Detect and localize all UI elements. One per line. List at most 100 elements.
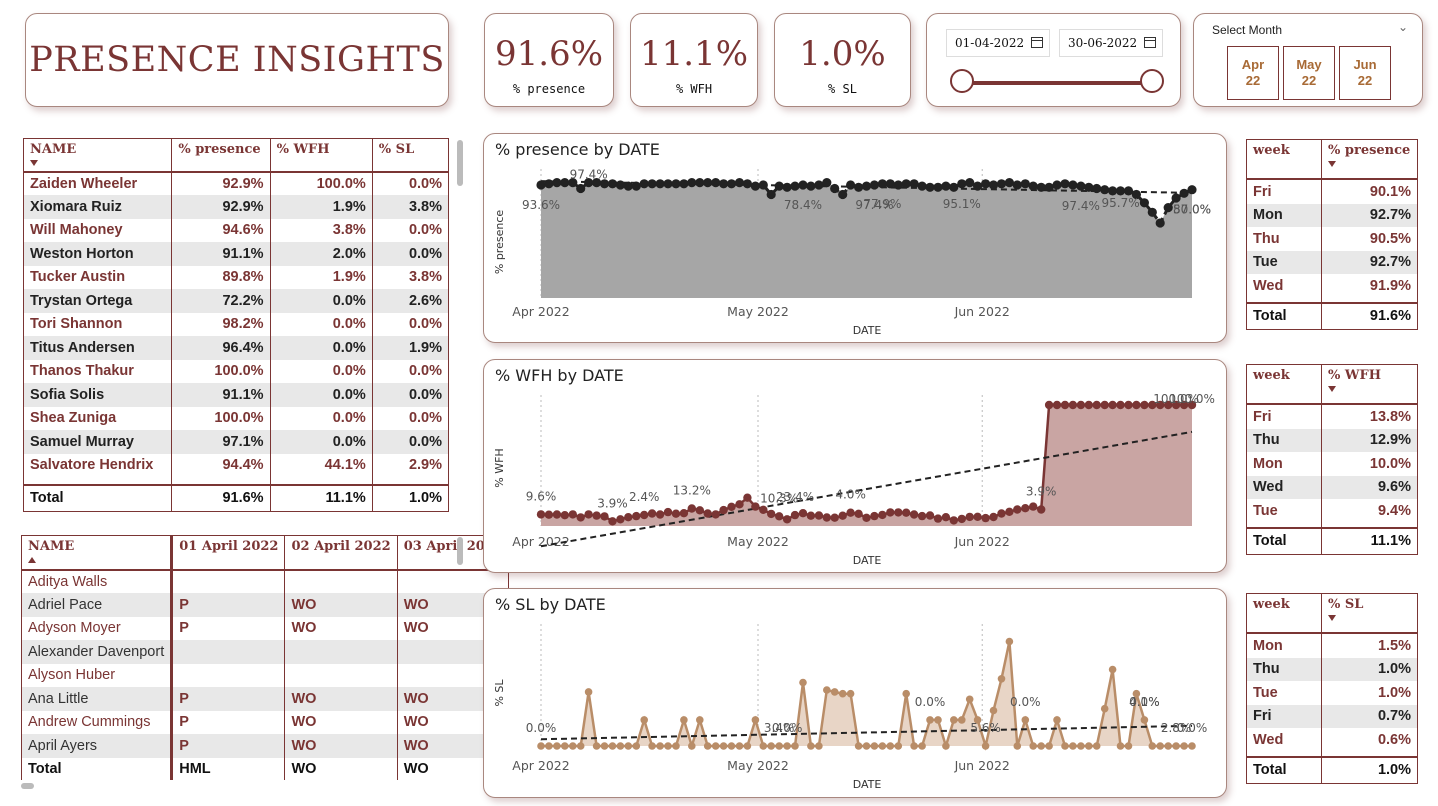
data-point[interactable] bbox=[553, 742, 561, 750]
sort-desc-icon[interactable] bbox=[30, 160, 38, 166]
data-point[interactable] bbox=[751, 502, 760, 511]
data-point[interactable] bbox=[958, 716, 966, 724]
month-button-apr[interactable]: Apr 22 bbox=[1227, 46, 1279, 100]
calendar-icon[interactable] bbox=[1144, 37, 1156, 48]
data-point[interactable] bbox=[759, 505, 768, 514]
column-header-date[interactable]: 01 April 2022 bbox=[171, 535, 286, 571]
data-point[interactable] bbox=[711, 742, 720, 750]
data-point[interactable] bbox=[576, 513, 585, 522]
data-point[interactable] bbox=[1069, 742, 1077, 750]
data-point[interactable] bbox=[1037, 742, 1045, 750]
data-point[interactable] bbox=[624, 742, 633, 750]
data-point[interactable] bbox=[726, 179, 737, 189]
data-point[interactable] bbox=[536, 510, 546, 519]
table-row[interactable]: Fri 13.8% bbox=[1246, 404, 1418, 429]
date-slider-track[interactable] bbox=[963, 81, 1155, 85]
data-point[interactable] bbox=[1061, 742, 1069, 750]
data-point[interactable] bbox=[1092, 183, 1102, 194]
table-row[interactable]: Ana Little P WO WO bbox=[21, 687, 510, 711]
data-point[interactable] bbox=[561, 742, 569, 750]
data-point[interactable] bbox=[1084, 400, 1093, 410]
data-point[interactable] bbox=[766, 189, 776, 200]
column-header-value[interactable]: % SL bbox=[1321, 593, 1418, 634]
table-row[interactable]: Thu 12.9% bbox=[1246, 428, 1418, 452]
data-point[interactable] bbox=[1100, 400, 1109, 410]
data-point[interactable] bbox=[1188, 742, 1196, 750]
data-point[interactable] bbox=[941, 513, 951, 522]
data-point[interactable] bbox=[1164, 742, 1172, 750]
data-point[interactable] bbox=[696, 716, 704, 724]
date-slider-end-handle[interactable] bbox=[1140, 69, 1164, 93]
data-point[interactable] bbox=[647, 179, 657, 189]
data-point[interactable] bbox=[775, 742, 783, 750]
data-point[interactable] bbox=[854, 509, 863, 518]
data-point[interactable] bbox=[1147, 207, 1157, 217]
column-header-name[interactable]: NAME bbox=[23, 138, 173, 173]
column-header-value[interactable]: % WFH bbox=[1321, 364, 1418, 405]
data-point[interactable] bbox=[687, 178, 697, 188]
data-point[interactable] bbox=[981, 513, 990, 523]
data-point[interactable] bbox=[950, 716, 958, 724]
data-point[interactable] bbox=[536, 180, 546, 190]
data-point[interactable] bbox=[727, 502, 736, 511]
data-point[interactable] bbox=[600, 512, 609, 521]
data-point[interactable] bbox=[981, 742, 990, 750]
data-point[interactable] bbox=[925, 182, 935, 192]
data-point[interactable] bbox=[568, 510, 577, 519]
data-point[interactable] bbox=[949, 516, 958, 525]
data-point[interactable] bbox=[703, 742, 712, 750]
data-point[interactable] bbox=[1108, 400, 1117, 410]
data-point[interactable] bbox=[640, 716, 648, 724]
data-point[interactable] bbox=[727, 742, 736, 750]
data-point[interactable] bbox=[798, 180, 808, 190]
data-point[interactable] bbox=[846, 508, 855, 517]
chevron-down-icon[interactable]: ⌄ bbox=[1398, 20, 1408, 34]
data-point[interactable] bbox=[925, 511, 935, 520]
data-point[interactable] bbox=[624, 513, 633, 522]
data-point[interactable] bbox=[1021, 504, 1030, 513]
sort-desc-icon[interactable] bbox=[1328, 161, 1336, 167]
sort-desc-icon[interactable] bbox=[1328, 386, 1336, 392]
data-point[interactable] bbox=[560, 178, 570, 188]
data-point[interactable] bbox=[616, 515, 625, 524]
data-point[interactable] bbox=[679, 179, 689, 189]
data-point[interactable] bbox=[735, 500, 744, 509]
data-point[interactable] bbox=[703, 178, 713, 188]
data-point[interactable] bbox=[886, 742, 895, 750]
data-point[interactable] bbox=[655, 510, 665, 519]
data-point[interactable] bbox=[885, 179, 895, 189]
data-point[interactable] bbox=[988, 180, 999, 190]
column-header-week[interactable]: week bbox=[1246, 364, 1322, 405]
data-point[interactable] bbox=[870, 742, 879, 750]
data-point[interactable] bbox=[917, 181, 927, 191]
data-point[interactable] bbox=[1013, 505, 1022, 514]
column-header-sl[interactable]: % SL bbox=[372, 138, 450, 173]
table-row[interactable]: Zaiden Wheeler 92.9% 100.0% 0.0% bbox=[23, 171, 450, 195]
data-point[interactable] bbox=[607, 179, 618, 189]
data-point[interactable] bbox=[648, 742, 656, 750]
data-point[interactable] bbox=[663, 179, 673, 189]
data-point[interactable] bbox=[671, 179, 681, 189]
data-point[interactable] bbox=[1060, 400, 1070, 410]
table-row[interactable]: Wed 9.6% bbox=[1246, 475, 1418, 499]
data-point[interactable] bbox=[869, 180, 879, 190]
data-point[interactable] bbox=[663, 507, 673, 517]
table-row[interactable]: Tucker Austin 89.8% 1.9% 3.8% bbox=[23, 265, 450, 289]
data-point[interactable] bbox=[695, 506, 704, 515]
data-point[interactable] bbox=[1156, 742, 1164, 750]
data-point[interactable] bbox=[1020, 179, 1030, 189]
table-row[interactable]: Trystan Ortega 72.2% 0.0% 2.6% bbox=[23, 289, 450, 313]
data-point[interactable] bbox=[1124, 400, 1133, 410]
data-point[interactable] bbox=[1005, 507, 1014, 516]
data-point[interactable] bbox=[552, 178, 562, 188]
data-point[interactable] bbox=[854, 742, 863, 750]
data-point[interactable] bbox=[838, 511, 847, 520]
data-point[interactable] bbox=[965, 178, 975, 188]
data-point[interactable] bbox=[1108, 665, 1117, 674]
data-point[interactable] bbox=[791, 742, 799, 750]
data-point[interactable] bbox=[1012, 180, 1022, 190]
data-point[interactable] bbox=[1077, 742, 1085, 750]
data-point[interactable] bbox=[1036, 182, 1046, 192]
column-header-week[interactable]: week bbox=[1246, 139, 1322, 180]
data-point[interactable] bbox=[1100, 704, 1109, 713]
